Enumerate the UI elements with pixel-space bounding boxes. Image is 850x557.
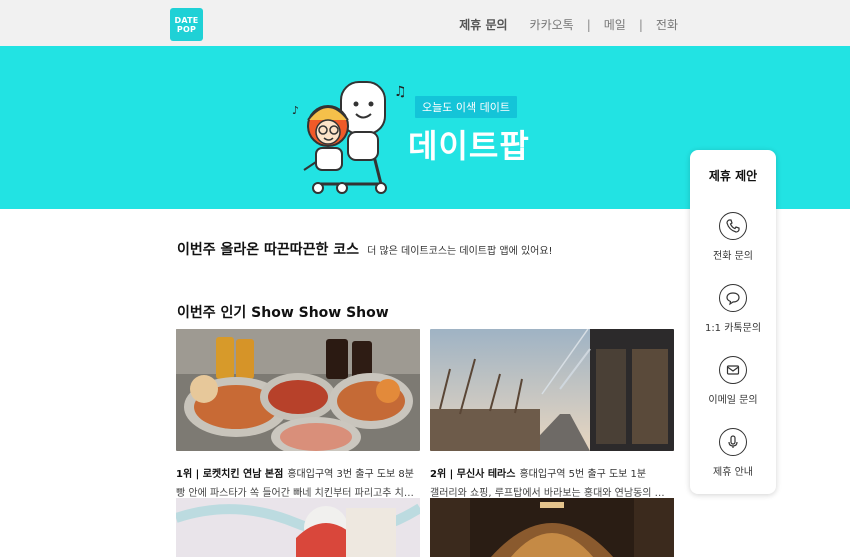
banner-brand-title: 데이트팝 <box>408 127 530 165</box>
email-icon <box>719 356 747 384</box>
course-location: 홍대입구역 5번 출구 도보 1분 <box>519 469 647 480</box>
chat-icon <box>719 284 747 312</box>
panel-item-label: 제휴 안내 <box>713 467 753 478</box>
email-inquiry-button[interactable]: 이메일 문의 <box>690 356 776 406</box>
course-card[interactable]: 2위 | 무신사 테라스 홍대입구역 5번 출구 도보 1분 갤러리와 쇼핑, 루… <box>430 328 674 499</box>
partnership-guide-button[interactable]: 제휴 안내 <box>690 428 776 478</box>
course-photo-art[interactable] <box>176 498 420 557</box>
phone-inquiry-button[interactable]: 전화 문의 <box>690 212 776 262</box>
section-subtitle: 더 많은 데이트코스는 데이트팝 앱에 있어요! <box>367 246 553 257</box>
course-photo-terrace <box>430 328 674 451</box>
phone-icon <box>719 212 747 240</box>
nav-partnership-inquiry[interactable]: 제휴 문의 <box>459 16 507 33</box>
logo-text-line2: POP <box>176 24 197 34</box>
nav-separator: | <box>586 17 591 32</box>
panel-item-label: 전화 문의 <box>713 251 753 262</box>
weekly-new-courses-heading: 이번주 올라온 따끈따끈한 코스 더 많은 데이트코스는 데이트팝 앱에 있어요… <box>177 239 553 259</box>
nav-separator: | <box>638 17 643 32</box>
course-description: 빵 안에 파스타가 쏙 들어간 빠네 치킨부터 파리고추 치킨... <box>176 488 416 499</box>
panel-title: 제휴 제안 <box>708 169 758 183</box>
panel-item-label: 이메일 문의 <box>708 395 758 406</box>
course-title-line: 2위 | 무신사 테라스 홍대입구역 5번 출구 도보 1분 <box>430 465 674 480</box>
svg-text:♫: ♫ <box>394 84 407 100</box>
banner-tagline: 오늘도 이색 데이트 <box>415 96 517 118</box>
partnership-panel: 제휴 제안 전화 문의 1:1 카톡문의 이메일 문의 제휴 안내 <box>690 150 776 494</box>
section-title: 이번주 올라온 따끈따끈한 코스 <box>177 242 360 258</box>
nav-phone[interactable]: 전화 <box>656 16 678 33</box>
top-nav: 제휴 문의 카카오톡 | 메일 | 전화 <box>459 16 678 33</box>
course-location: 홍대입구역 3번 출구 도보 8분 <box>287 469 414 480</box>
course-rank-name: 2위 | 무신사 테라스 <box>430 469 516 480</box>
mic-icon <box>719 428 747 456</box>
kakaotalk-inquiry-button[interactable]: 1:1 카톡문의 <box>690 284 776 334</box>
weekly-popular-heading: 이번주 인기 Show Show Show <box>177 305 389 321</box>
panel-item-label: 1:1 카톡문의 <box>704 323 762 334</box>
nav-kakaotalk[interactable]: 카카오톡 <box>530 16 574 33</box>
course-title-line: 1위 | 로켓치킨 연남 본점 홍대입구역 3번 출구 도보 8분 <box>176 465 420 480</box>
datepop-logo[interactable]: DATE POP <box>170 8 203 41</box>
mascot-illustration: ♫ ♪ <box>292 81 407 194</box>
nav-mail[interactable]: 메일 <box>604 16 626 33</box>
course-description: 갤러리와 쇼핑, 루프탑에서 바라보는 홍대와 연남동의 아... <box>430 488 670 499</box>
course-card[interactable]: 1위 | 로켓치킨 연남 본점 홍대입구역 3번 출구 도보 8분 빵 안에 파스… <box>176 329 420 499</box>
course-photo-chicken <box>176 329 420 457</box>
top-header: DATE POP 제휴 문의 카카오톡 | 메일 | 전화 <box>0 0 850 46</box>
svg-text:♪: ♪ <box>292 104 299 117</box>
course-photo-library[interactable] <box>430 498 674 557</box>
logo-text-line1: DATE <box>174 15 199 25</box>
course-rank-name: 1위 | 로켓치킨 연남 본점 <box>176 469 284 480</box>
